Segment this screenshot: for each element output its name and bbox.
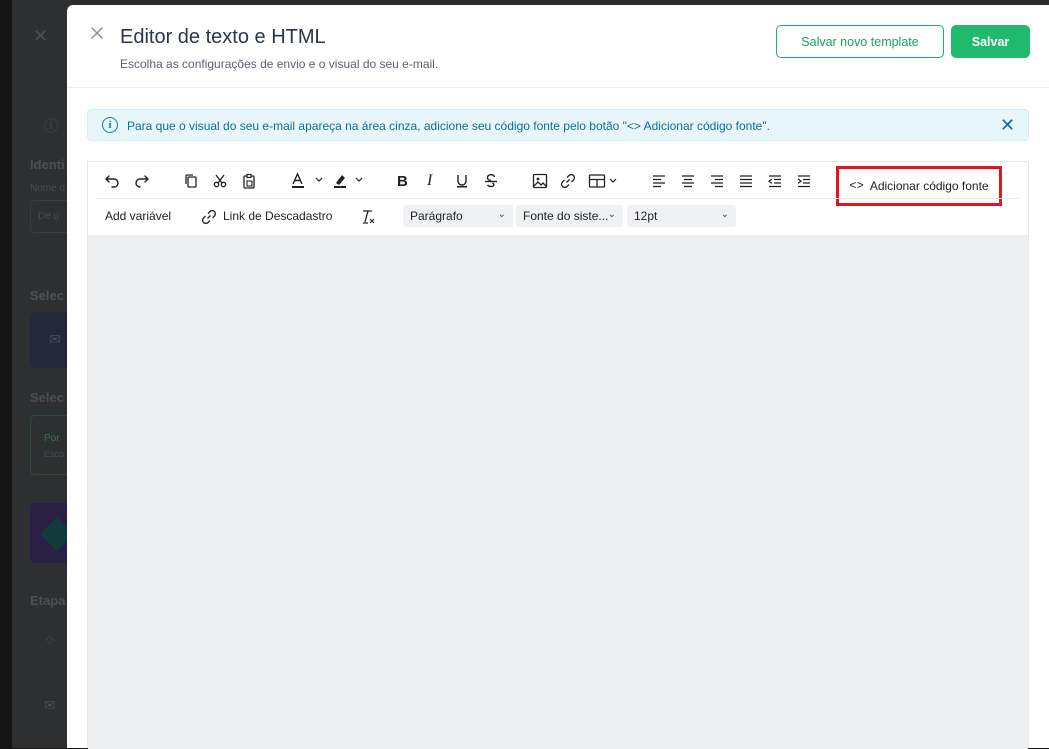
align-left-icon[interactable]: [651, 172, 667, 190]
outdent-icon[interactable]: [767, 172, 783, 190]
background-close-icon: ✕: [33, 26, 49, 46]
font-select-value: Fonte do siste...: [523, 209, 609, 223]
add-source-code-label: Adicionar código fonte: [869, 179, 989, 193]
background-option-text: Esco: [44, 449, 65, 459]
underline-icon[interactable]: [455, 172, 469, 190]
align-right-icon[interactable]: [709, 172, 725, 190]
banner-close-icon[interactable]: ✕: [1000, 116, 1015, 134]
italic-icon[interactable]: I: [427, 172, 432, 190]
font-size-select[interactable]: 12pt ⌄: [627, 205, 736, 227]
copy-icon[interactable]: [183, 172, 199, 190]
close-icon[interactable]: [89, 25, 105, 41]
background-mail-icon: ✉: [44, 697, 56, 713]
bold-icon[interactable]: B: [397, 172, 408, 190]
background-label: Etapa: [30, 593, 66, 608]
code-icon: <>: [849, 179, 864, 193]
background-option: Por Esco: [30, 415, 72, 475]
rich-text-editor: B I <> Adicionar código fonte Add variáv…: [87, 161, 1029, 749]
font-select[interactable]: Fonte do siste... ⌄: [516, 205, 623, 227]
editor-content-area[interactable]: [88, 235, 1028, 749]
background-content: [12, 0, 72, 748]
background-option-title: Por: [44, 433, 60, 444]
background-label: Selec: [30, 288, 64, 303]
table-icon[interactable]: [588, 172, 622, 190]
add-variable-button[interactable]: Add variável: [105, 209, 171, 223]
modal-subtitle: Escolha as configurações de envio e o vi…: [120, 57, 439, 71]
modal-title: Editor de texto e HTML: [120, 26, 326, 48]
background-small-label: Nome d: [30, 183, 66, 194]
background-label: Selec: [30, 390, 64, 405]
background-card: ✉: [30, 312, 72, 368]
save-button[interactable]: Salvar: [951, 25, 1030, 58]
align-center-icon[interactable]: [680, 172, 696, 190]
background-label: Identi: [30, 157, 65, 172]
unsubscribe-link-icon[interactable]: [201, 208, 217, 226]
font-size-select-value: 12pt: [634, 209, 658, 223]
background-edge: [0, 0, 12, 748]
indent-icon[interactable]: [796, 172, 812, 190]
clear-formatting-icon[interactable]: [360, 208, 376, 226]
cut-icon[interactable]: [212, 172, 228, 190]
text-color-icon[interactable]: [290, 172, 326, 190]
undo-icon[interactable]: [104, 172, 120, 190]
unsubscribe-link-button[interactable]: Link de Descadastro: [223, 209, 332, 223]
image-icon[interactable]: [532, 172, 548, 190]
strikethrough-icon[interactable]: [483, 172, 499, 190]
background-input: De u: [30, 200, 72, 233]
info-banner-text: Para que o visual do seu e-mail apareça …: [127, 119, 770, 133]
chevron-down-icon: ⌄: [607, 209, 616, 220]
background-info-icon: ⓘ: [44, 118, 58, 134]
background-grid-icon: ⁘: [44, 632, 56, 648]
paste-icon[interactable]: [241, 172, 257, 190]
link-icon[interactable]: [560, 172, 576, 190]
info-icon: i: [102, 117, 118, 133]
toolbar-row-2: Add variável Link de Descadastro Parágra…: [88, 199, 1028, 235]
background-mail-icon: ✉: [49, 331, 61, 347]
highlight-color-icon[interactable]: [332, 172, 368, 190]
chevron-down-icon: ⌄: [720, 209, 729, 220]
toolbar-row-1: B I <> Adicionar código fonte: [88, 162, 1028, 206]
chevron-down-icon: ⌄: [497, 209, 506, 220]
background-input-text: De u: [38, 211, 60, 222]
background-banner-card: [30, 503, 74, 563]
editor-modal: Editor de texto e HTML Escolha as config…: [67, 5, 1049, 749]
redo-icon[interactable]: [134, 172, 150, 190]
paragraph-select[interactable]: Parágrafo ⌄: [403, 205, 513, 227]
header-divider: [67, 87, 1049, 88]
info-banner: i Para que o visual do seu e-mail apareç…: [87, 109, 1029, 141]
align-justify-icon[interactable]: [738, 172, 754, 190]
paragraph-select-value: Parágrafo: [410, 209, 463, 223]
save-new-template-button[interactable]: Salvar novo template: [776, 25, 944, 58]
